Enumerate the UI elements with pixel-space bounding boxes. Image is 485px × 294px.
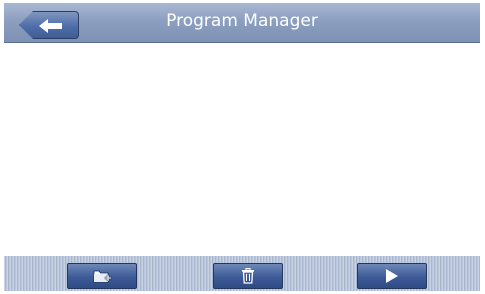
play-icon [386, 269, 398, 283]
trash-icon [242, 268, 254, 284]
run-button[interactable] [357, 263, 427, 289]
title-bar: Program Manager [4, 3, 480, 43]
delete-button[interactable] [213, 263, 283, 289]
folder-add-icon [93, 270, 112, 283]
bottom-toolbar [4, 256, 480, 291]
program-list-area [4, 43, 480, 256]
new-folder-button[interactable] [67, 263, 137, 289]
page-title: Program Manager [166, 11, 318, 31]
